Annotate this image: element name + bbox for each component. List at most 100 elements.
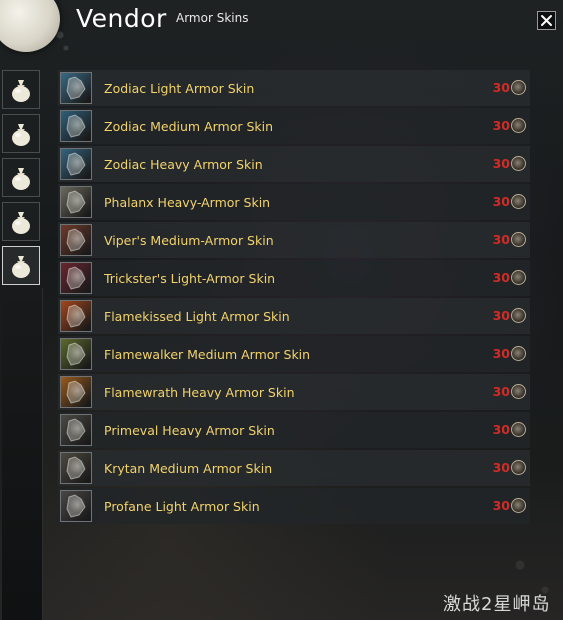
armor-skin-icon[interactable]: [60, 300, 92, 332]
item-price: 30: [493, 308, 526, 323]
armor-skin-icon[interactable]: [60, 376, 92, 408]
item-price: 30: [493, 232, 526, 247]
item-price: 30: [493, 270, 526, 285]
item-name: Trickster's Light-Armor Skin: [104, 270, 276, 286]
vendor-tab-sidebar: [0, 66, 44, 620]
vendor-item-row[interactable]: Phalanx Heavy-Armor Skin 30: [58, 184, 530, 220]
watermark-text: 激战2星岬岛: [443, 594, 551, 615]
close-button[interactable]: [537, 11, 556, 30]
armor-piece-icon: [66, 266, 86, 290]
sidebar-tab-4[interactable]: [2, 202, 40, 241]
vendor-window: Vendor Armor Skins Zodiac Light Armor Sk…: [0, 0, 563, 620]
armor-piece-icon: [66, 152, 86, 176]
karma-coin-icon: [511, 384, 526, 399]
armor-skin-icon[interactable]: [60, 224, 92, 256]
sidebar-tab-1[interactable]: [2, 70, 40, 109]
vendor-item-row[interactable]: Zodiac Heavy Armor Skin 30: [58, 146, 530, 182]
armor-skin-icon[interactable]: [60, 452, 92, 484]
item-price: 30: [493, 80, 526, 95]
karma-coin-icon: [511, 80, 526, 95]
vendor-item-row[interactable]: Profane Light Armor Skin 30: [58, 488, 530, 524]
item-name: Viper's Medium-Armor Skin: [104, 232, 274, 248]
armor-skin-icon[interactable]: [60, 414, 92, 446]
price-value: 30: [492, 232, 510, 247]
armor-skin-icon[interactable]: [60, 110, 92, 142]
price-value: 30: [492, 156, 510, 171]
armor-skin-icon[interactable]: [60, 186, 92, 218]
item-price: 30: [493, 118, 526, 133]
price-value: 30: [492, 270, 510, 285]
item-list: Zodiac Light Armor Skin 30 Zodiac Medium A…: [58, 70, 530, 526]
item-price: 30: [493, 156, 526, 171]
item-name: Primeval Heavy Armor Skin: [104, 422, 275, 438]
price-value: 30: [492, 460, 510, 475]
karma-coin-icon: [511, 270, 526, 285]
money-bag-icon: [12, 255, 30, 278]
vendor-bag-emblem-icon: [0, 0, 60, 52]
armor-skin-icon[interactable]: [60, 148, 92, 180]
karma-coin-icon: [511, 460, 526, 475]
item-name: Flamewalker Medium Armor Skin: [104, 346, 311, 362]
item-name: Zodiac Heavy Armor Skin: [104, 156, 263, 172]
karma-coin-icon: [511, 118, 526, 133]
vendor-item-row[interactable]: Krytan Medium Armor Skin 30: [58, 450, 530, 486]
price-value: 30: [492, 384, 510, 399]
vendor-item-row[interactable]: Flamewrath Heavy Armor Skin 30: [58, 374, 530, 410]
price-value: 30: [492, 346, 510, 361]
item-price: 30: [493, 422, 526, 437]
armor-skin-icon[interactable]: [60, 262, 92, 294]
armor-skin-icon[interactable]: [60, 338, 92, 370]
karma-coin-icon: [511, 156, 526, 171]
karma-coin-icon: [511, 232, 526, 247]
item-name: Zodiac Medium Armor Skin: [104, 118, 274, 134]
armor-piece-icon: [66, 304, 86, 328]
vendor-item-row[interactable]: Zodiac Medium Armor Skin 30: [58, 108, 530, 144]
money-bag-icon: [12, 123, 30, 146]
price-value: 30: [492, 498, 510, 513]
vendor-item-row[interactable]: Trickster's Light-Armor Skin 30: [58, 260, 530, 296]
karma-coin-icon: [511, 308, 526, 323]
item-price: 30: [493, 384, 526, 399]
vendor-item-row[interactable]: Viper's Medium-Armor Skin 30: [58, 222, 530, 258]
price-value: 30: [492, 80, 510, 95]
item-price: 30: [493, 460, 526, 475]
price-value: 30: [492, 118, 510, 133]
karma-coin-icon: [511, 422, 526, 437]
money-bag-icon: [12, 79, 30, 102]
item-price: 30: [493, 498, 526, 513]
armor-piece-icon: [66, 76, 86, 100]
item-name: Zodiac Light Armor Skin: [104, 80, 255, 96]
close-icon: [541, 15, 552, 26]
armor-piece-icon: [66, 456, 86, 480]
money-bag-icon: [12, 167, 30, 190]
item-price: 30: [493, 194, 526, 209]
armor-piece-icon: [66, 494, 86, 518]
sidebar-tab-2[interactable]: [2, 114, 40, 153]
item-name: Phalanx Heavy-Armor Skin: [104, 194, 271, 210]
vendor-item-row[interactable]: Flamewalker Medium Armor Skin 30: [58, 336, 530, 372]
item-price: 30: [493, 346, 526, 361]
armor-piece-icon: [66, 342, 86, 366]
item-name: Profane Light Armor Skin: [104, 498, 260, 514]
vendor-item-row[interactable]: Primeval Heavy Armor Skin 30: [58, 412, 530, 448]
armor-piece-icon: [66, 114, 86, 138]
vendor-item-row[interactable]: Zodiac Light Armor Skin 30: [58, 70, 530, 106]
armor-skin-icon[interactable]: [60, 72, 92, 104]
window-subtitle: Armor Skins: [176, 11, 249, 25]
price-value: 30: [492, 422, 510, 437]
armor-skin-icon[interactable]: [60, 490, 92, 522]
armor-piece-icon: [66, 190, 86, 214]
karma-coin-icon: [511, 194, 526, 209]
price-value: 30: [492, 308, 510, 323]
vendor-item-row[interactable]: Flamekissed Light Armor Skin 30: [58, 298, 530, 334]
money-bag-icon: [12, 211, 30, 234]
armor-piece-icon: [66, 418, 86, 442]
item-name: Krytan Medium Armor Skin: [104, 460, 273, 476]
karma-coin-icon: [511, 346, 526, 361]
window-title: Vendor: [76, 4, 167, 33]
armor-piece-icon: [66, 380, 86, 404]
sidebar-tab-5[interactable]: [2, 246, 40, 285]
item-name: Flamewrath Heavy Armor Skin: [104, 384, 295, 400]
price-value: 30: [492, 194, 510, 209]
sidebar-tab-3[interactable]: [2, 158, 40, 197]
